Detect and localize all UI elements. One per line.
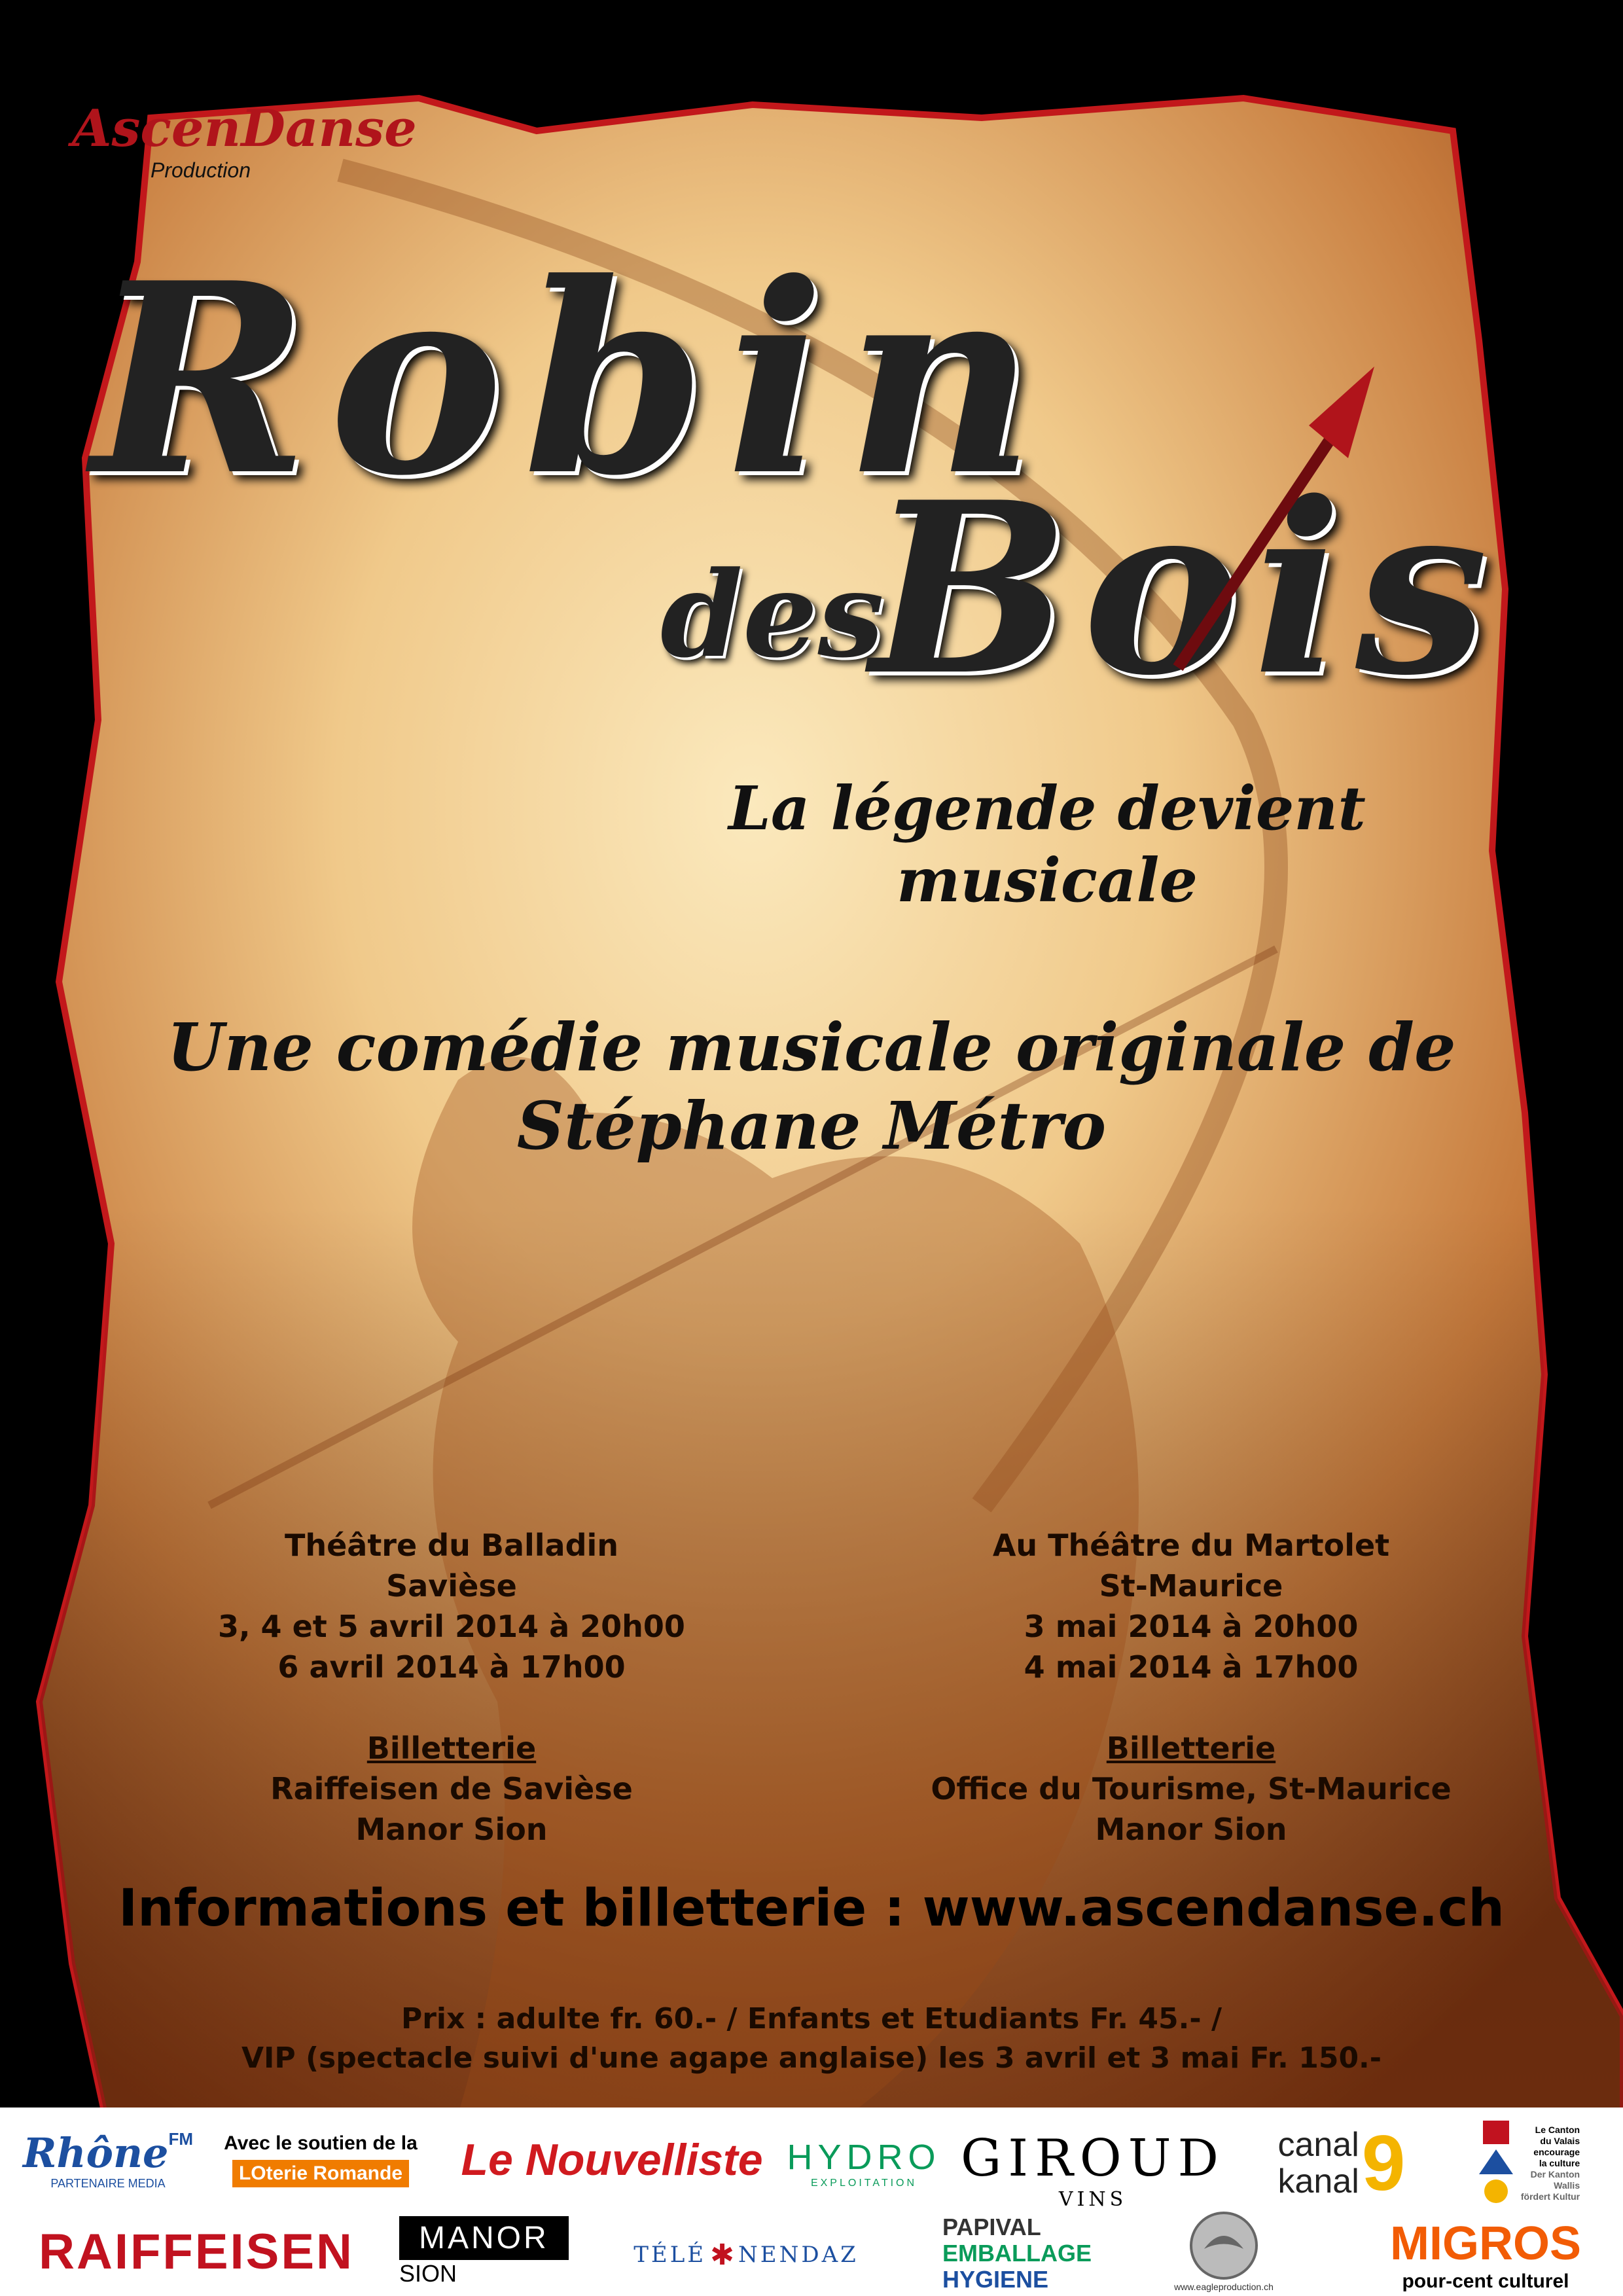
prices-line-2: VIP (spectacle suivi d'une agape anglais… [241, 2041, 1382, 2075]
papival-1: PAPIVAL [942, 2213, 1041, 2240]
canton-3: encourage [1533, 2146, 1580, 2157]
papival-2: EMBALLAGE [942, 2239, 1092, 2267]
rhone-sub: PARTENAIRE MEDIA [50, 2177, 166, 2190]
hydro-name: HYDRO [787, 2138, 941, 2177]
eagle-url: www.eagleproduction.ch [1174, 2282, 1274, 2292]
venue-left: Théâtre du Balladin Savièse 3, 4 et 5 av… [157, 1525, 746, 1850]
ascendanse-name: AscenDanse [72, 99, 417, 158]
venue-right-date1: 3 mai 2014 à 20h00 [1024, 1609, 1359, 1644]
venue-right-name: Au Théâtre du Martolet [992, 1528, 1390, 1563]
venue-left-city: Savièse [386, 1568, 517, 1604]
venue-right-ticket2: Manor Sion [1095, 1812, 1287, 1847]
tagline: La légende devient musicale [728, 773, 1366, 916]
canton-6: Wallis [1554, 2179, 1580, 2191]
info-line: Informations et billetterie : www.ascend… [118, 1879, 1505, 1938]
canton-7: fördert Kultur [1520, 2191, 1580, 2202]
tele-star-icon: ✱ [710, 2238, 734, 2271]
tele-text: TÉLÉ [633, 2242, 707, 2268]
rhone-fm-logo: Rhône FM PARTENAIRE MEDIA [20, 2121, 196, 2199]
venue-right-ticket1: Office du Tourisme, St-Maurice [931, 1771, 1452, 1806]
venue-left-ticket2: Manor Sion [355, 1812, 548, 1847]
canton-5: Der Kanton [1530, 2168, 1580, 2179]
nouvelliste-name: Le Nouvelliste [461, 2135, 763, 2185]
venue-left-date2: 6 avril 2014 à 17h00 [277, 1649, 626, 1685]
giroud-name: GIROUD [960, 2128, 1226, 2188]
title-des: des [660, 546, 884, 684]
canton-1: Le Canton [1535, 2124, 1580, 2135]
credit-line-2: Stéphane Métro [516, 1087, 1107, 1164]
canton-valais-logo: Le Canton du Valais encourage la culture… [1440, 2114, 1616, 2212]
venue-left-ticket1: Raiffeisen de Savièse [270, 1771, 633, 1806]
manor-name: MANOR [399, 2215, 569, 2260]
papival-logo: PAPIVAL EMBALLAGE HYGIENE [942, 2212, 1126, 2294]
venue-right-ticket-title: Billetterie [1106, 1731, 1276, 1766]
prices-line-1: Prix : adulte fr. 60.- / Enfants et Etud… [401, 2002, 1222, 2036]
venue-left-date1: 3, 4 et 5 avril 2014 à 20h00 [218, 1609, 685, 1644]
valais-emblem-icon [1478, 2121, 1513, 2203]
sponsor-strip: Rhône FM PARTENAIRE MEDIA Avec le soutie… [0, 2108, 1623, 2296]
nendaz-text: NENDAZ [738, 2242, 859, 2268]
credit-line-1: Une comédie musicale originale de [167, 1009, 1456, 1086]
nouvelliste-logo: Le Nouvelliste [452, 2127, 772, 2193]
prices: Prix : adulte fr. 60.- / Enfants et Etud… [39, 2000, 1584, 2078]
manor-logo: MANOR SION [399, 2212, 609, 2291]
venue-right-date2: 4 mai 2014 à 17h00 [1024, 1649, 1359, 1685]
hydro-sub: EXPLOITATION [810, 2178, 918, 2189]
rhone-name: Rhône [22, 2129, 169, 2177]
hydro-logo: HYDRO EXPLOITATION [785, 2127, 942, 2199]
loterie-name: LOterie Romande [232, 2160, 410, 2187]
raiffeisen-logo: RAIFFEISEN [13, 2219, 380, 2284]
ascendanse-logo: AscenDanse Production [52, 26, 417, 196]
canton-2: du Valais [1540, 2135, 1580, 2146]
venue-left-name: Théâtre du Balladin [284, 1528, 619, 1563]
canal9-logo: canal kanal 9 [1263, 2119, 1420, 2207]
kanal-text: kanal [1277, 2162, 1359, 2200]
giroud-sub: VINS [1058, 2187, 1128, 2211]
canal-number: 9 [1361, 2119, 1406, 2207]
poster: AscenDanse Production Robin des Bois La … [0, 0, 1623, 2296]
rhone-fm: FM [168, 2129, 194, 2149]
loterie-logo: Avec le soutien de la LOterie Romande [209, 2121, 432, 2199]
raiffeisen-name: RAIFFEISEN [39, 2223, 354, 2280]
tele-nendaz-logo: TÉLÉ ✱ NENDAZ [622, 2229, 870, 2281]
ascendanse-sub: Production [151, 158, 251, 182]
venue-left-ticket-title: Billetterie [366, 1731, 537, 1766]
canal-text: canal [1277, 2126, 1359, 2164]
migros-name: MIGROS [1389, 2217, 1581, 2270]
support-text: Avec le soutien de la [224, 2132, 418, 2154]
red-arrow-icon [1173, 367, 1374, 671]
papival-3: HYGIENE [942, 2265, 1049, 2293]
venue-right: Au Théâtre du Martolet St-Maurice 3 mai … [897, 1525, 1486, 1850]
eagle-emblem-icon [1190, 2212, 1258, 2280]
venue-right-city: St-Maurice [1099, 1568, 1283, 1604]
giroud-logo: GIROUD VINS [955, 2121, 1230, 2219]
canton-4: la culture [1539, 2157, 1580, 2168]
eagle-logo: www.eagleproduction.ch [1158, 2206, 1289, 2296]
manor-sub: SION [399, 2259, 457, 2287]
migros-sub: pour-cent culturel [1402, 2270, 1569, 2292]
migros-logo: MIGROS pour-cent culturel [1355, 2215, 1616, 2294]
